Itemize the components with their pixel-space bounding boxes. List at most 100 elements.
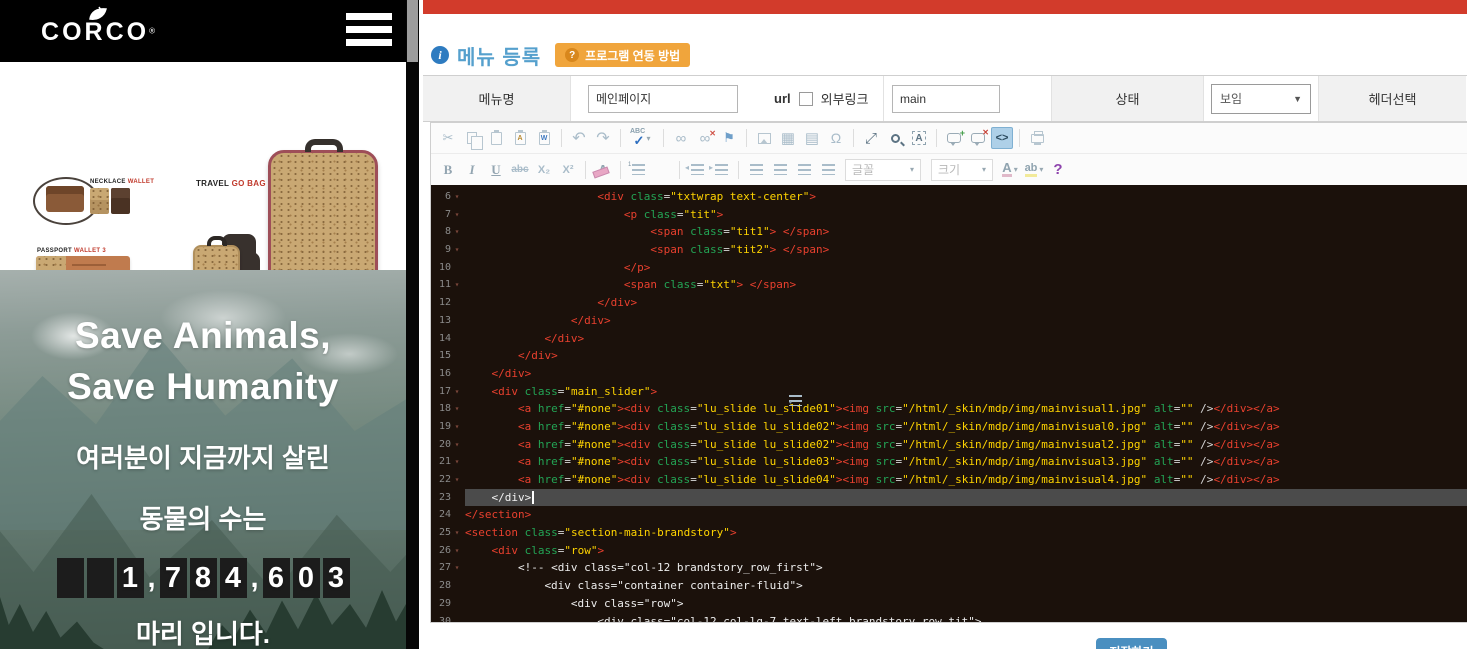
code-line[interactable]: 27▾<!-- <div class="col-12 brandstory_ro…: [431, 559, 1467, 577]
link-icon[interactable]: ∞: [670, 127, 692, 149]
font-family-dropdown[interactable]: 글꼴▾: [845, 159, 921, 181]
code-line[interactable]: 9▾<span class="tit2"> </span>: [431, 241, 1467, 259]
remove-format-icon[interactable]: A: [592, 159, 614, 181]
code-line[interactable]: 16</div>: [431, 365, 1467, 383]
font-size-dropdown[interactable]: 크기▾: [931, 159, 993, 181]
code-line[interactable]: 13</div>: [431, 312, 1467, 330]
url-input[interactable]: [892, 85, 1000, 113]
code-line[interactable]: 14</div>: [431, 330, 1467, 348]
fold-arrow-icon[interactable]: ▾: [451, 524, 463, 542]
unordered-list-icon[interactable]: [651, 159, 673, 181]
site-logo[interactable]: CORCO®: [38, 6, 158, 45]
about-icon[interactable]: ?: [1047, 159, 1069, 181]
image-icon[interactable]: [753, 127, 775, 149]
maximize-icon[interactable]: ⤢: [860, 127, 882, 149]
code-line[interactable]: 10</p>: [431, 259, 1467, 277]
redo-icon[interactable]: ↷: [592, 127, 614, 149]
underline-button[interactable]: U: [485, 159, 507, 181]
fold-arrow-icon[interactable]: ▾: [451, 559, 463, 577]
counter-digit-box: 3: [323, 558, 350, 598]
counter-comma: ,: [250, 562, 260, 595]
code-line[interactable]: 24</section>: [431, 506, 1467, 524]
code-line[interactable]: 22▾<a href="#none"><div class="lu_slide …: [431, 471, 1467, 489]
find-icon[interactable]: [884, 127, 906, 149]
code-line[interactable]: 30<div class="col-12 col-lg-7 text-left …: [431, 613, 1467, 623]
add-comment-icon[interactable]: +: [943, 127, 965, 149]
outdent-icon[interactable]: [686, 159, 708, 181]
cut-icon[interactable]: ✂: [437, 127, 459, 149]
code-line[interactable]: 18▾<a href="#none"><div class="lu_slide …: [431, 400, 1467, 418]
editor-toolbar-row2: B I U abc X₂ X² A 글꼴▾ 크기▾: [431, 154, 1467, 185]
fold-arrow-icon[interactable]: ▾: [451, 206, 463, 224]
source-code-area[interactable]: 6▾<div class="txtwrap text-center">7▾<p …: [431, 185, 1467, 622]
code-line[interactable]: 21▾<a href="#none"><div class="lu_slide …: [431, 453, 1467, 471]
status-select[interactable]: 보임 ▼: [1211, 84, 1311, 114]
special-char-icon[interactable]: Ω: [825, 127, 847, 149]
background-color-icon[interactable]: ab▾: [1023, 159, 1045, 181]
code-line[interactable]: 8▾<span class="tit1"> </span>: [431, 223, 1467, 241]
menu-name-input[interactable]: [588, 85, 738, 113]
code-line[interactable]: 19▾<a href="#none"><div class="lu_slide …: [431, 418, 1467, 436]
code-line[interactable]: 25▾<section class="section-main-brandsto…: [431, 524, 1467, 542]
fold-arrow-icon[interactable]: ▾: [451, 188, 463, 206]
source-toggle-button[interactable]: <>: [991, 127, 1013, 149]
strikethrough-button[interactable]: abc: [509, 159, 531, 181]
paste-as-text-icon[interactable]: A: [509, 127, 531, 149]
program-link-help-button[interactable]: ? 프로그램 연동 방법: [555, 43, 690, 67]
ordered-list-icon[interactable]: [627, 159, 649, 181]
spellcheck-icon[interactable]: ABC✓▾: [627, 127, 657, 149]
external-link-checkbox[interactable]: [799, 92, 813, 106]
code-line[interactable]: 17▾<div class="main_slider">: [431, 383, 1467, 401]
text-color-icon[interactable]: A▾: [999, 159, 1021, 181]
align-center-icon[interactable]: [769, 159, 791, 181]
subscript-button[interactable]: X₂: [533, 159, 555, 181]
hero-section: Save Animals, Save Humanity 여러분이 지금까지 살린…: [0, 270, 406, 649]
fold-arrow-icon[interactable]: ▾: [451, 453, 463, 471]
product-slider[interactable]: NECKLACE WALLET PASSPORT WALLET 3 TRAVEL…: [0, 62, 406, 270]
align-justify-icon[interactable]: [817, 159, 839, 181]
align-left-icon[interactable]: [745, 159, 767, 181]
code-line[interactable]: 11▾<span class="txt"> </span>: [431, 276, 1467, 294]
fold-arrow-icon[interactable]: ▾: [451, 400, 463, 418]
print-icon[interactable]: [1026, 127, 1048, 149]
code-line[interactable]: 28<div class="container container-fluid"…: [431, 577, 1467, 595]
superscript-button[interactable]: X²: [557, 159, 579, 181]
fold-arrow-icon[interactable]: ▾: [451, 471, 463, 489]
code-line[interactable]: 12</div>: [431, 294, 1467, 312]
scrollbar-thumb[interactable]: [407, 0, 418, 62]
paste-icon[interactable]: [485, 127, 507, 149]
table-icon[interactable]: ▦: [777, 127, 799, 149]
code-line[interactable]: 6▾<div class="txtwrap text-center">: [431, 188, 1467, 206]
code-line[interactable]: 23</div>: [431, 489, 1467, 507]
fold-arrow-icon[interactable]: ▾: [451, 241, 463, 259]
align-right-icon[interactable]: [793, 159, 815, 181]
fold-arrow-icon[interactable]: ▾: [451, 542, 463, 560]
horizontal-rule-icon[interactable]: ▤: [801, 127, 823, 149]
fold-arrow-icon[interactable]: ▾: [451, 436, 463, 454]
fold-arrow-icon[interactable]: ▾: [451, 418, 463, 436]
code-line[interactable]: 26▾<div class="row">: [431, 542, 1467, 560]
code-line[interactable]: 29<div class="row">: [431, 595, 1467, 613]
fold-arrow-icon[interactable]: ▾: [451, 276, 463, 294]
status-label: 상태: [1052, 76, 1204, 121]
italic-button[interactable]: I: [461, 159, 483, 181]
undo-icon[interactable]: ↶: [568, 127, 590, 149]
menu-form-row: 메뉴명 url 외부링크 상태 보임 ▼ 헤더선택: [423, 75, 1467, 122]
fold-arrow-icon[interactable]: ▾: [451, 223, 463, 241]
save-button[interactable]: 저장하기: [1096, 638, 1167, 649]
code-line[interactable]: 15</div>: [431, 347, 1467, 365]
indent-icon[interactable]: [710, 159, 732, 181]
fold-arrow-icon[interactable]: ▾: [451, 383, 463, 401]
code-line[interactable]: 20▾<a href="#none"><div class="lu_slide …: [431, 436, 1467, 454]
anchor-icon[interactable]: ⚑: [718, 127, 740, 149]
preview-scrollbar[interactable]: [406, 0, 419, 649]
remove-comment-icon[interactable]: ✕: [967, 127, 989, 149]
select-all-icon[interactable]: A: [908, 127, 930, 149]
paste-from-word-icon[interactable]: W: [533, 127, 555, 149]
counter-digit-box: 4: [220, 558, 247, 598]
code-line[interactable]: 7▾<p class="tit">: [431, 206, 1467, 224]
hamburger-menu-icon[interactable]: [346, 13, 392, 49]
bold-button[interactable]: B: [437, 159, 459, 181]
copy-icon[interactable]: [461, 127, 483, 149]
unlink-icon[interactable]: ∞✕: [694, 127, 716, 149]
